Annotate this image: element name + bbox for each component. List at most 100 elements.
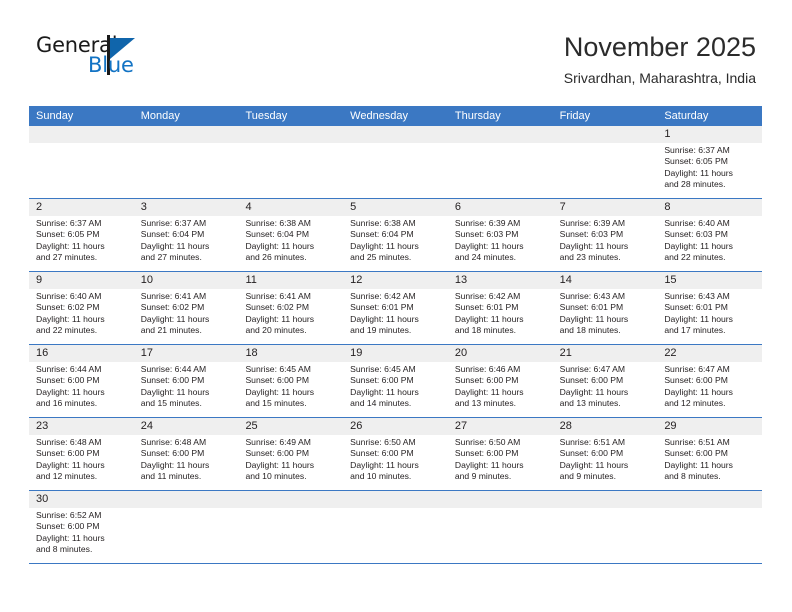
day-number: 11 (238, 272, 344, 289)
calendar-day-cell[interactable]: 14 Sunrise: 6:43 AM Sunset: 6:01 PM Dayligh… (552, 272, 658, 344)
sunrise-text: Sunrise: 6:41 AM (245, 291, 311, 301)
sunset-text: Sunset: 6:01 PM (664, 302, 728, 313)
day-number: 29 (657, 418, 763, 435)
day-number: 20 (447, 345, 553, 362)
daylight-text-line1: Daylight: 11 hours (245, 313, 315, 324)
day-number: 13 (447, 272, 553, 289)
day-number: 24 (133, 418, 239, 435)
daylight-text-line2: and 25 minutes. (350, 252, 412, 263)
sunrise-text: Sunrise: 6:47 AM (664, 364, 730, 374)
calendar-day-cell[interactable]: 11 Sunrise: 6:41 AM Sunset: 6:02 PM Dayligh… (238, 272, 344, 344)
sunset-text: Sunset: 6:00 PM (454, 448, 519, 459)
calendar-day-cell[interactable]: 17 Sunrise: 6:44 AM Sunset: 6:00 PM Dayligh… (133, 345, 239, 417)
calendar-day-cell[interactable]: 10 Sunrise: 6:41 AM Sunset: 6:02 PM Dayligh… (133, 272, 239, 344)
calendar-day-cell[interactable]: 16 Sunrise: 6:44 AM Sunset: 6:00 PM Dayligh… (29, 345, 134, 417)
calendar-page: General Blue November 2025 Srivardhan, M… (0, 0, 792, 612)
sunrise-text: Sunrise: 6:51 AM (664, 437, 730, 447)
calendar-day-cell[interactable]: 23 Sunrise: 6:48 AM Sunset: 6:00 PM Dayligh… (29, 418, 134, 490)
calendar-day-cell[interactable]: 24 Sunrise: 6:48 AM Sunset: 6:00 PM Dayligh… (133, 418, 239, 490)
sunrise-text: Sunrise: 6:37 AM (36, 218, 102, 228)
weekday-header-thursday: Thursday (454, 110, 501, 122)
calendar-day-cell[interactable]: 25 Sunrise: 6:49 AM Sunset: 6:00 PM Dayligh… (238, 418, 344, 490)
day-sun-info: Sunrise: 6:45 AM Sunset: 6:00 PM Daylight:… (238, 362, 343, 410)
calendar-day-cell[interactable]: 4 Sunrise: 6:38 AM Sunset: 6:04 PM Daylight… (238, 199, 344, 271)
daylight-text-line1: Daylight: 11 hours (454, 313, 524, 324)
calendar-day-cell[interactable]: 13 Sunrise: 6:42 AM Sunset: 6:01 PM Dayligh… (447, 272, 553, 344)
day-sun-info: Sunrise: 6:44 AM Sunset: 6:00 PM Daylight:… (134, 362, 239, 410)
daylight-text-line2: and 22 minutes. (36, 325, 98, 336)
calendar-day-cell[interactable]: 26 Sunrise: 6:50 AM Sunset: 6:00 PM Dayligh… (343, 418, 448, 490)
day-sun-info: Sunrise: 6:41 AM Sunset: 6:02 PM Daylight:… (134, 289, 239, 337)
calendar-day-cell[interactable]: 30 Sunrise: 6:52 AM Sunset: 6:00 PM Dayligh… (29, 491, 134, 563)
calendar-day-cell-empty (29, 126, 134, 198)
calendar-day-cell[interactable]: 28 Sunrise: 6:51 AM Sunset: 6:00 PM Dayligh… (552, 418, 658, 490)
calendar-grid: Sunday Monday Tuesday Wednesday Thursday Frid… (29, 106, 763, 564)
day-sun-info: Sunrise: 6:43 AM Sunset: 6:01 PM Daylight:… (657, 289, 762, 337)
day-sun-info: Sunrise: 6:46 AM Sunset: 6:00 PM Daylight:… (448, 362, 553, 410)
daylight-text-line2: and 14 minutes. (350, 398, 412, 409)
sunset-text: Sunset: 6:02 PM (245, 302, 309, 313)
day-number (552, 126, 658, 143)
sunset-text: Sunset: 6:05 PM (664, 156, 728, 167)
calendar-week-row: 9 Sunrise: 6:40 AM Sunset: 6:02 PM Daylight… (29, 271, 763, 344)
daylight-text-line2: and 28 minutes. (664, 179, 726, 190)
daylight-text-line2: and 23 minutes. (559, 252, 621, 263)
calendar-day-cell[interactable]: 5 Sunrise: 6:38 AM Sunset: 6:04 PM Daylight… (343, 199, 448, 271)
page-title: November 2025 (563, 32, 756, 62)
day-number (657, 491, 763, 508)
daylight-text-line1: Daylight: 11 hours (664, 313, 733, 324)
calendar-day-cell[interactable]: 8 Sunrise: 6:40 AM Sunset: 6:03 PM Daylight… (657, 199, 763, 271)
calendar-day-cell-empty (133, 491, 239, 563)
calendar-day-cell-empty (552, 491, 658, 563)
calendar-day-cell[interactable]: 15 Sunrise: 6:43 AM Sunset: 6:01 PM Dayligh… (657, 272, 763, 344)
calendar-day-cell[interactable]: 12 Sunrise: 6:42 AM Sunset: 6:01 PM Dayligh… (343, 272, 448, 344)
day-sun-info: Sunrise: 6:49 AM Sunset: 6:00 PM Daylight:… (238, 435, 343, 483)
sunrise-text: Sunrise: 6:48 AM (140, 437, 207, 447)
sunset-text: Sunset: 6:01 PM (559, 302, 624, 313)
day-sun-info: Sunrise: 6:48 AM Sunset: 6:00 PM Daylight:… (29, 435, 134, 483)
calendar-day-cell[interactable]: 27 Sunrise: 6:50 AM Sunset: 6:00 PM Dayligh… (447, 418, 553, 490)
weekday-header-row: Sunday Monday Tuesday Wednesday Thursday Frid… (29, 106, 762, 126)
calendar-day-cell[interactable]: 1 Sunrise: 6:37 AM Sunset: 6:05 PM Daylight… (657, 126, 763, 198)
calendar-day-cell[interactable]: 18 Sunrise: 6:45 AM Sunset: 6:00 PM Dayligh… (238, 345, 344, 417)
day-number: 9 (29, 272, 134, 289)
calendar-day-cell[interactable]: 3 Sunrise: 6:37 AM Sunset: 6:04 PM Daylight… (133, 199, 239, 271)
daylight-text-line2: and 17 minutes. (664, 325, 726, 336)
sunset-text: Sunset: 6:04 PM (350, 229, 414, 240)
calendar-day-cell[interactable]: 6 Sunrise: 6:39 AM Sunset: 6:03 PM Daylight… (447, 199, 553, 271)
calendar-day-cell[interactable]: 2 Sunrise: 6:37 AM Sunset: 6:05 PM Daylight… (29, 199, 134, 271)
sunset-text: Sunset: 6:01 PM (350, 302, 414, 313)
day-number (133, 491, 239, 508)
brand-logo[interactable]: General Blue (36, 34, 176, 86)
sunset-text: Sunset: 6:02 PM (36, 302, 100, 313)
calendar-day-cell[interactable]: 20 Sunrise: 6:46 AM Sunset: 6:00 PM Dayligh… (447, 345, 553, 417)
day-sun-info: Sunrise: 6:39 AM Sunset: 6:03 PM Daylight:… (553, 216, 658, 264)
calendar-day-cell[interactable]: 9 Sunrise: 6:40 AM Sunset: 6:02 PM Daylight… (29, 272, 134, 344)
daylight-text-line2: and 16 minutes. (36, 398, 98, 409)
sunset-text: Sunset: 6:00 PM (454, 375, 519, 386)
calendar-day-cell[interactable]: 7 Sunrise: 6:39 AM Sunset: 6:03 PM Daylight… (552, 199, 658, 271)
sunset-text: Sunset: 6:05 PM (36, 229, 100, 240)
sunrise-text: Sunrise: 6:43 AM (559, 291, 626, 301)
calendar-day-cell[interactable]: 19 Sunrise: 6:45 AM Sunset: 6:00 PM Dayligh… (343, 345, 448, 417)
title-block: November 2025 Srivardhan, Maharashtra, I… (564, 30, 756, 88)
sunset-text: Sunset: 6:00 PM (245, 448, 309, 459)
calendar-day-cell[interactable]: 29 Sunrise: 6:51 AM Sunset: 6:00 PM Dayligh… (657, 418, 763, 490)
calendar-day-cell-empty (343, 491, 448, 563)
day-sun-info: Sunrise: 6:48 AM Sunset: 6:00 PM Daylight:… (134, 435, 239, 483)
daylight-text-line2: and 10 minutes. (350, 471, 412, 482)
calendar-day-cell[interactable]: 22 Sunrise: 6:47 AM Sunset: 6:00 PM Dayligh… (657, 345, 763, 417)
calendar-day-cell-empty (657, 491, 763, 563)
sunset-text: Sunset: 6:00 PM (664, 375, 728, 386)
weekday-header-tuesday: Tuesday (245, 110, 288, 122)
day-number (133, 126, 239, 143)
day-number: 28 (552, 418, 658, 435)
page-header: General Blue November 2025 Srivardhan, M… (0, 0, 792, 86)
sunset-text: Sunset: 6:04 PM (140, 229, 205, 240)
daylight-text-line2: and 18 minutes. (454, 325, 517, 336)
brand-name-blue: Blue (88, 53, 134, 77)
calendar-day-cell[interactable]: 21 Sunrise: 6:47 AM Sunset: 6:00 PM Dayligh… (552, 345, 658, 417)
weekday-header-sunday: Sunday (36, 110, 74, 122)
sunset-text: Sunset: 6:00 PM (559, 375, 624, 386)
daylight-text-line1: Daylight: 11 hours (454, 386, 524, 397)
